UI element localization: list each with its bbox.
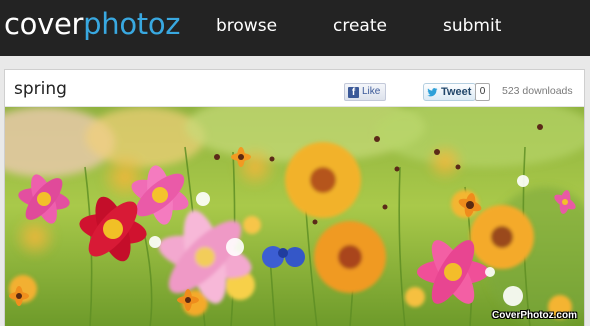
nav-browse[interactable]: browse	[216, 15, 277, 37]
tweet-label: Tweet	[441, 86, 472, 98]
site-logo[interactable]: coverphotoz	[4, 5, 181, 43]
watermark-text: CoverPhotoz.com	[491, 310, 577, 321]
facebook-like-button[interactable]: f Like	[344, 83, 387, 101]
nav-submit[interactable]: submit	[443, 15, 501, 37]
nav-create[interactable]: create	[333, 15, 387, 37]
tweet-button[interactable]: Tweet	[423, 83, 477, 101]
twitter-bird-icon	[427, 87, 438, 96]
like-label: Like	[362, 86, 381, 97]
tweet-count-badge: 0	[475, 83, 490, 101]
card-header: spring f Like Tweet 0 523 downloads	[5, 70, 584, 107]
logo-text-photoz: photoz	[83, 7, 181, 41]
download-count: 523 downloads	[502, 85, 573, 97]
wildflower-meadow-image	[5, 107, 584, 326]
cover-photo-image[interactable]: CoverPhotoz.com	[5, 107, 584, 326]
facebook-f-icon: f	[348, 86, 359, 98]
cover-photo-card: spring f Like Tweet 0 523 downloads Cove…	[4, 69, 585, 326]
logo-text-cover: cover	[4, 7, 84, 41]
photo-title: spring	[14, 79, 67, 99]
top-nav-bar: coverphotoz browse create submit	[0, 0, 590, 56]
